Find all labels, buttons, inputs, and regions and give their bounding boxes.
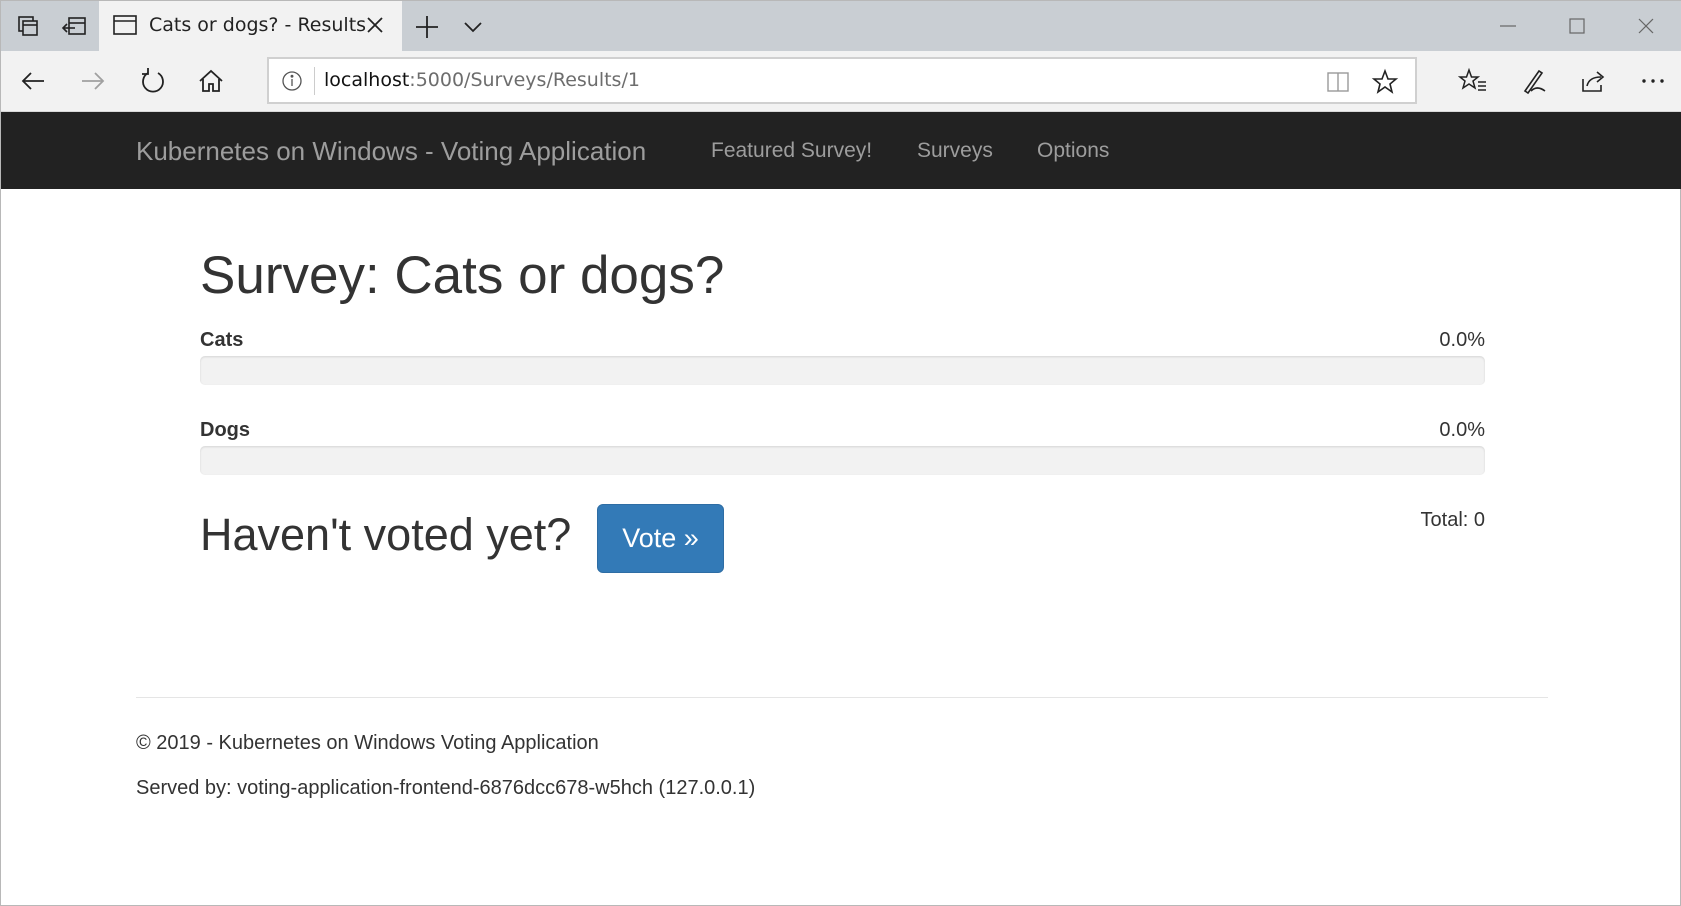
forward-icon[interactable] (77, 65, 109, 97)
info-icon[interactable] (281, 70, 303, 92)
page-title: Survey: Cats or dogs? (200, 246, 725, 305)
reading-view-icon[interactable] (1325, 69, 1351, 95)
option-percent-cats: 0.0% (1439, 329, 1485, 351)
maximize-icon[interactable] (1564, 13, 1590, 39)
footer-divider (136, 697, 1548, 698)
chevron-down-icon[interactable] (461, 15, 485, 39)
site-brand[interactable]: Kubernetes on Windows - Voting Applicati… (136, 136, 646, 167)
total-votes: Total: 0 (1420, 509, 1485, 531)
option-label-dogs: Dogs (200, 419, 250, 441)
set-aside-tabs-icon[interactable] (59, 11, 89, 41)
tab-active[interactable]: Cats or dogs? - Results (99, 1, 402, 51)
browser-toolbar: localhost:5000/Surveys/Results/1 (1, 51, 1681, 112)
address-divider (314, 67, 315, 95)
option-percent-dogs: 0.0% (1439, 419, 1485, 441)
pen-icon[interactable] (1517, 65, 1549, 97)
new-tab-icon[interactable] (413, 13, 441, 41)
nav-featured-survey[interactable]: Featured Survey! (711, 139, 872, 163)
nav-surveys[interactable]: Surveys (917, 139, 993, 163)
footer-served-by: Served by: voting-application-frontend-6… (136, 777, 756, 799)
footer-copyright: © 2019 - Kubernetes on Windows Voting Ap… (136, 732, 599, 754)
tab-actions-icon[interactable] (13, 11, 43, 41)
vote-button[interactable]: Vote » (597, 504, 724, 573)
minimize-icon[interactable] (1495, 13, 1521, 39)
page-icon (113, 14, 137, 41)
home-icon[interactable] (195, 65, 227, 97)
progress-bar-cats (200, 356, 1485, 385)
close-tab-icon[interactable] (364, 14, 386, 36)
option-label-cats: Cats (200, 329, 244, 351)
site-navbar: Kubernetes on Windows - Voting Applicati… (1, 112, 1681, 189)
tab-title: Cats or dogs? - Results (149, 14, 367, 36)
favorites-icon[interactable] (1457, 65, 1489, 97)
vote-prompt: Haven't voted yet? (200, 509, 572, 560)
refresh-icon[interactable] (137, 65, 169, 97)
back-icon[interactable] (17, 65, 49, 97)
nav-options[interactable]: Options (1037, 139, 1109, 163)
progress-bar-dogs (200, 446, 1485, 475)
url-text[interactable]: localhost:5000/Surveys/Results/1 (324, 69, 640, 91)
favorite-star-icon[interactable] (1371, 68, 1399, 96)
address-bar[interactable]: localhost:5000/Surveys/Results/1 (267, 57, 1417, 104)
browser-tab-bar: Cats or dogs? - Results (1, 1, 1681, 51)
more-options-icon[interactable] (1637, 65, 1669, 97)
share-icon[interactable] (1577, 65, 1609, 97)
close-window-icon[interactable] (1633, 13, 1659, 39)
